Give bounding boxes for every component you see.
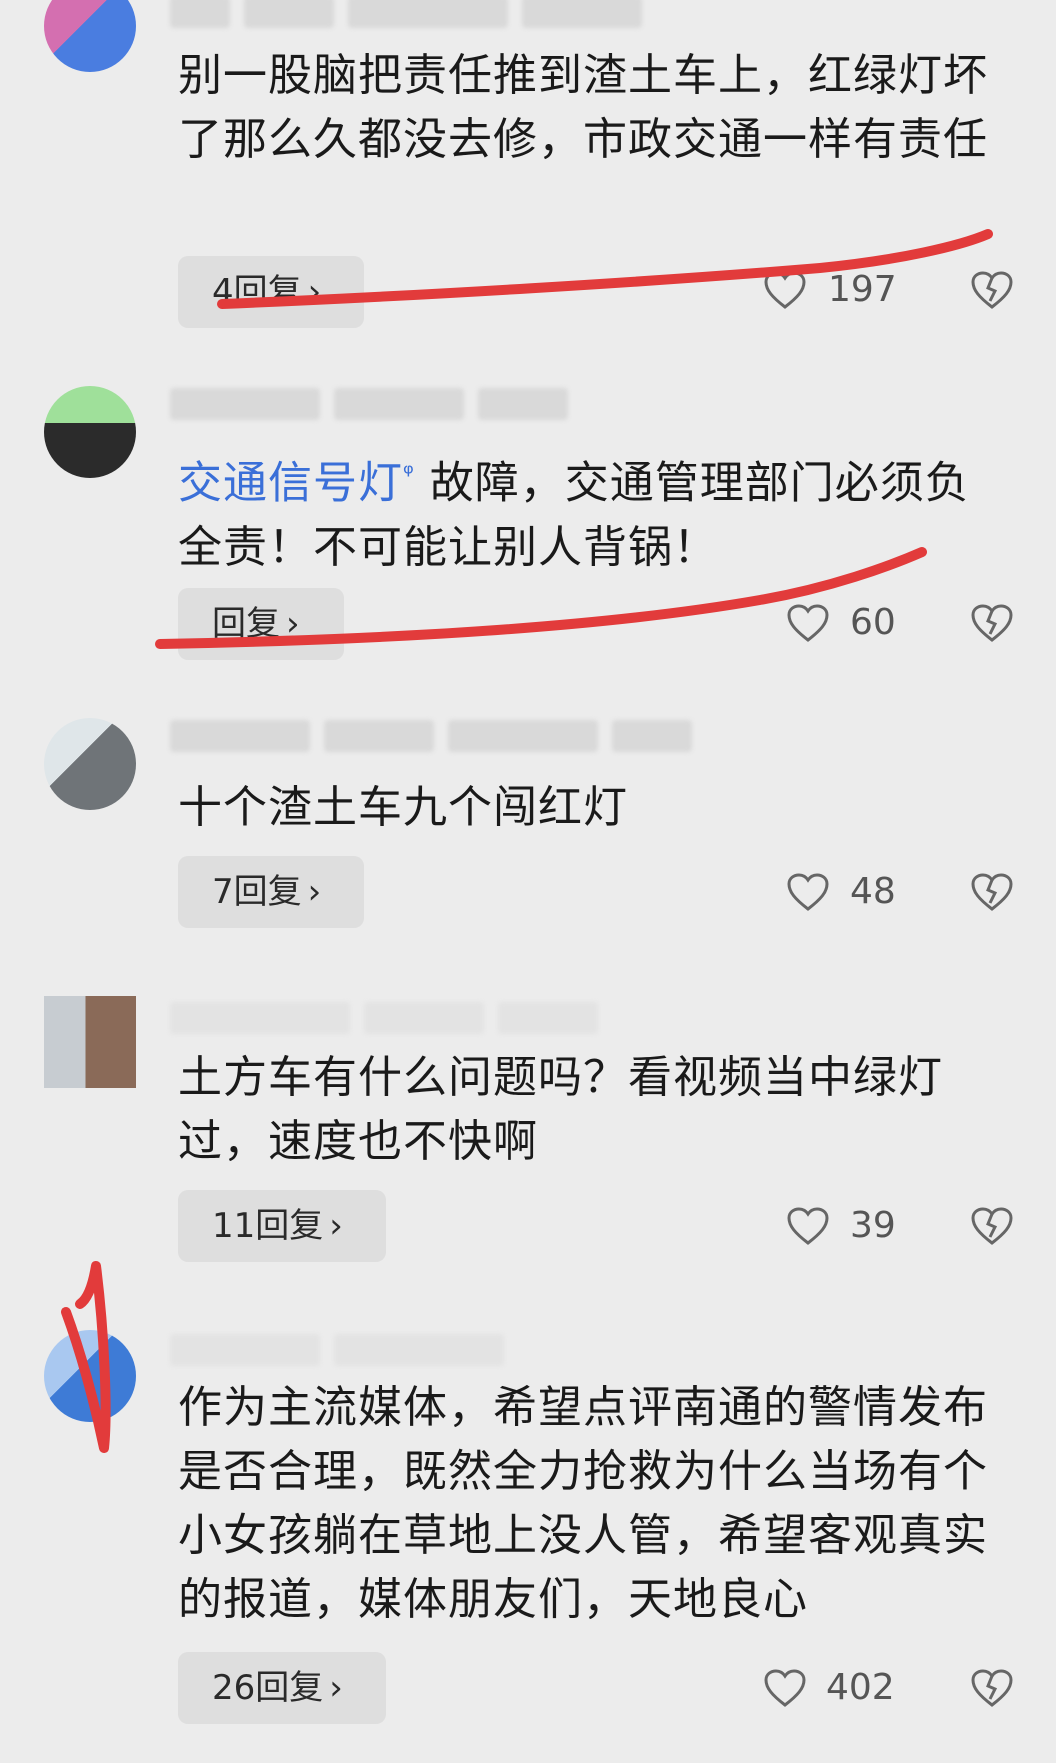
like-count: 48 [850, 871, 896, 912]
avatar[interactable] [44, 718, 136, 810]
broken-heart-icon[interactable] [970, 603, 1014, 643]
heart-outline-icon[interactable] [786, 872, 830, 912]
heart-outline-icon[interactable] [763, 1668, 807, 1708]
search-icon[interactable]: ᵠ [403, 459, 415, 489]
heart-outline-icon[interactable] [763, 270, 807, 310]
username-blurred[interactable] [170, 716, 692, 756]
like-count: 39 [850, 1205, 896, 1246]
avatar[interactable] [44, 996, 136, 1088]
reply-button[interactable]: 回复 › [178, 588, 344, 660]
broken-heart-icon[interactable] [970, 1206, 1014, 1246]
username-blurred[interactable] [170, 384, 568, 424]
reply-button[interactable]: 26回复 › [178, 1652, 386, 1724]
avatar[interactable] [44, 1330, 136, 1422]
chevron-right-icon: › [329, 1206, 343, 1246]
comment-text: 土方车有什么问题吗？看视频当中绿灯过，速度也不快啊 [178, 1052, 943, 1167]
avatar[interactable] [44, 0, 136, 72]
like-count: 197 [828, 269, 897, 310]
broken-heart-icon[interactable] [970, 1668, 1014, 1708]
topic-link[interactable]: 交通信号灯 [178, 458, 403, 509]
comment-text: 交通信号灯ᵠ 故障，交通管理部门必须负全责！不可能让别人背锅！ [178, 442, 996, 580]
avatar[interactable] [44, 386, 136, 478]
reply-label: 26回复 [212, 1668, 324, 1708]
chevron-right-icon: › [329, 1668, 343, 1708]
reply-label: 11回复 [212, 1206, 324, 1246]
reply-button[interactable]: 7回复 › [178, 856, 364, 928]
heart-outline-icon[interactable] [786, 1206, 830, 1246]
chevron-right-icon: › [307, 272, 322, 312]
username-blurred[interactable] [170, 998, 598, 1038]
like-count: 60 [850, 602, 896, 643]
broken-heart-icon[interactable] [970, 872, 1014, 912]
heart-outline-icon[interactable] [786, 603, 830, 643]
broken-heart-icon[interactable] [970, 270, 1014, 310]
comment-text: 别一股脑把责任推到渣土车上，红绿灯坏了那么久都没去修，市政交通一样有责任 [178, 50, 988, 165]
chevron-right-icon: › [307, 872, 322, 912]
username-blurred[interactable] [170, 0, 642, 32]
like-count: 402 [826, 1667, 895, 1708]
comment-text: 十个渣土车九个闯红灯 [178, 782, 628, 833]
chevron-right-icon: › [286, 604, 300, 644]
username-blurred[interactable] [170, 1330, 504, 1370]
reply-button[interactable]: 11回复 › [178, 1190, 386, 1262]
reply-label: 回复 [212, 604, 280, 644]
reply-label: 4回复 [212, 272, 302, 312]
comment-text: 作为主流媒体，希望点评南通的警情发布是否合理，既然全力抢救为什么当场有个小女孩躺… [178, 1382, 988, 1625]
reply-label: 7回复 [212, 872, 302, 912]
reply-button[interactable]: 4回复 › [178, 256, 364, 328]
